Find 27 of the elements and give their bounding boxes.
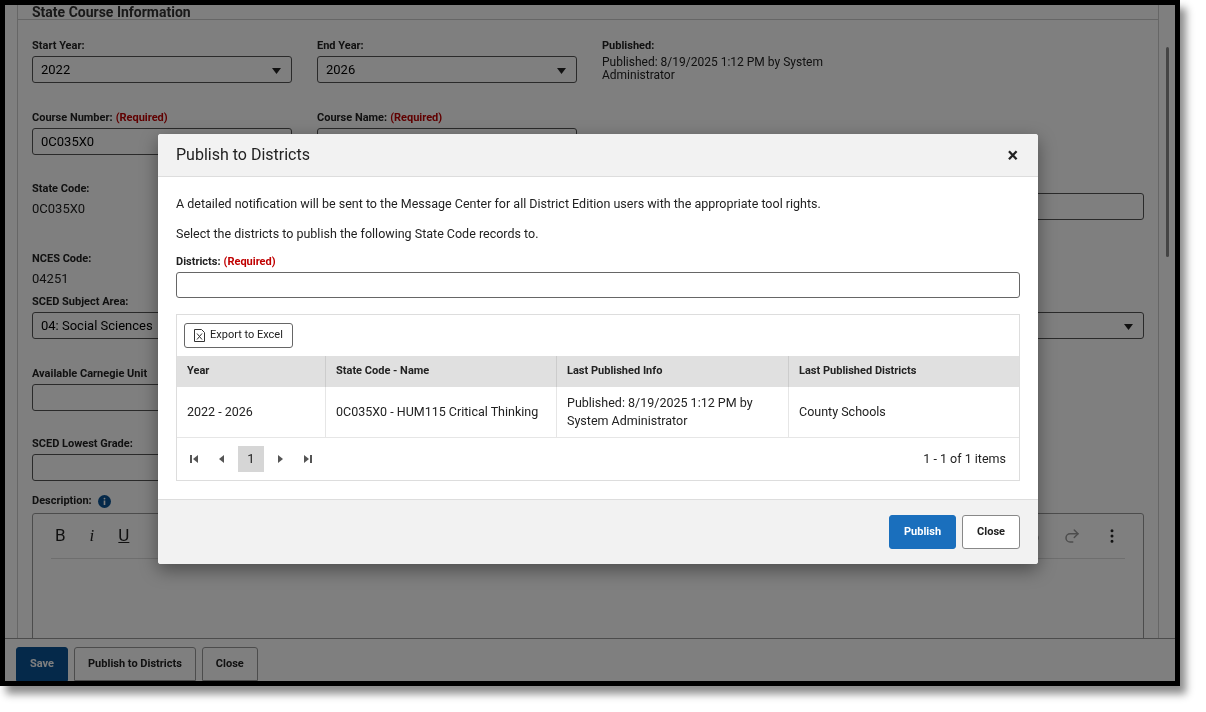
published-info: Published: 8/19/2025 1:12 PM by System Administrator <box>602 56 824 82</box>
table-cell-text: 2022 - 2026 <box>186 403 254 421</box>
field-label: Districts: <box>176 255 221 269</box>
page-title: State Course Information <box>32 5 191 19</box>
field-label: SCED Subject Area: <box>32 295 129 309</box>
field-label: Description: <box>32 492 92 509</box>
field-label: Start Year: <box>32 39 85 53</box>
field-value: 04251 <box>32 270 69 288</box>
field-label: NCES Code: <box>32 252 92 266</box>
pager-summary: 1 - 1 of 1 items <box>923 449 1006 468</box>
dialog-title: Publish to Districts <box>176 144 310 166</box>
required-label: (Required) <box>390 111 443 125</box>
field-label: Course Name: <box>317 111 388 125</box>
field-label: Course Number: <box>32 111 113 125</box>
field-label: Published: <box>602 39 655 53</box>
table-cell: 0C035X0 - HUM115 Critical Thinking <box>325 387 556 437</box>
field-label: Available Carnegie Unit <box>32 367 148 381</box>
table-cell: Published: 8/19/2025 1:12 PM by System Administrator <box>556 387 788 437</box>
field-label: State Code: <box>32 182 90 196</box>
instruction-text: Select the districts to publish the following State Code records to. <box>176 226 540 242</box>
field-label: End Year: <box>317 39 364 53</box>
notice-text: A detailed notification will be sent to the Message Center for all District Edition users with the appropriate tool rights. <box>176 196 822 212</box>
field-value: 0C035X0 <box>32 200 86 218</box>
table-cell: County Schools <box>788 387 1019 437</box>
field-label: SCED Lowest Grade: <box>32 437 133 451</box>
required-label: (Required) <box>223 255 276 269</box>
required-label: (Required) <box>115 111 168 125</box>
